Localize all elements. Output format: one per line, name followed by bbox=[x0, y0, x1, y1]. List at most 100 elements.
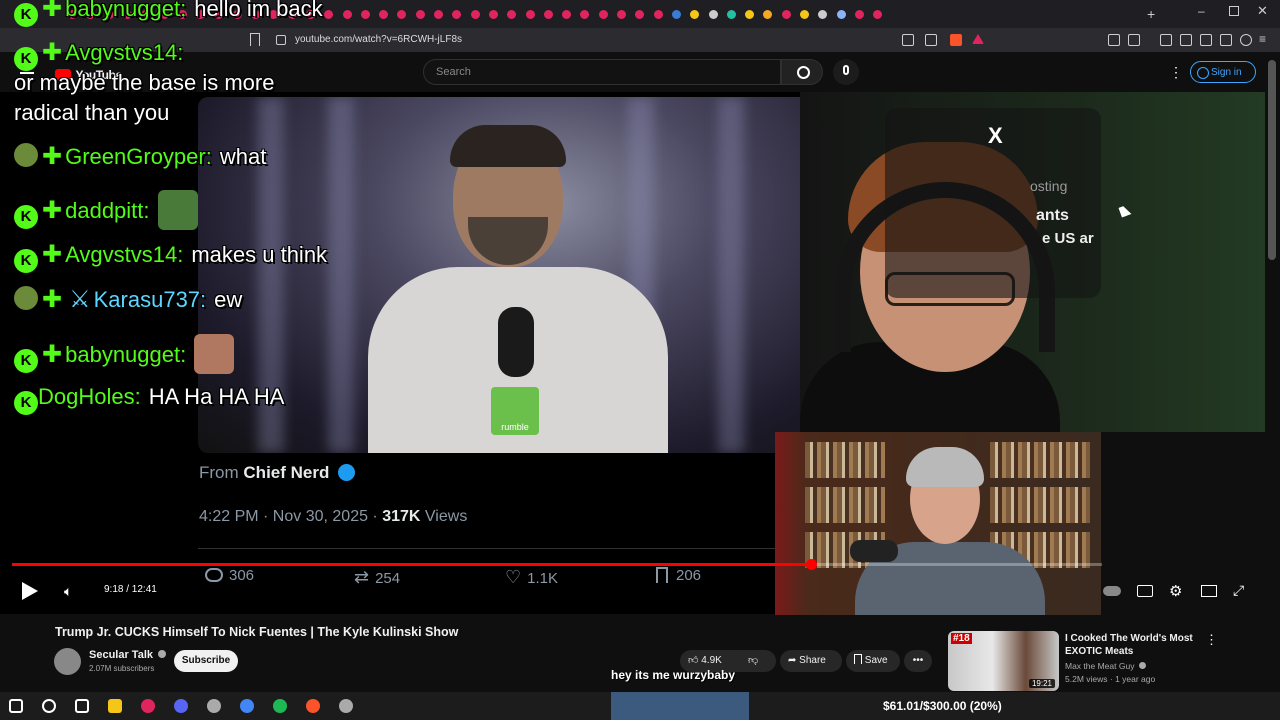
recommended-title[interactable]: I Cooked The World's Most EXOTIC Meats bbox=[1065, 632, 1205, 658]
browser-tab[interactable] bbox=[671, 10, 681, 19]
save-label: Save bbox=[864, 655, 888, 666]
user-avatar bbox=[14, 143, 38, 167]
volume-icon[interactable]: 🔈︎ bbox=[64, 583, 72, 600]
voice-search-button[interactable] bbox=[833, 59, 859, 85]
browser-tab[interactable] bbox=[708, 10, 718, 19]
spotify-icon[interactable] bbox=[273, 699, 287, 713]
channel-name[interactable]: Secular Talk bbox=[89, 649, 167, 661]
chat-username: babynugget: bbox=[65, 342, 187, 367]
app-icon[interactable] bbox=[141, 699, 155, 713]
progress-bar-fill bbox=[12, 563, 811, 566]
file-explorer-icon[interactable] bbox=[108, 699, 122, 713]
account-icon bbox=[1197, 67, 1209, 79]
cast-icon[interactable] bbox=[902, 34, 914, 46]
chat-message: ✚ GreenGroyper: what bbox=[14, 142, 266, 171]
background-light bbox=[718, 97, 744, 453]
browser-tab[interactable] bbox=[781, 10, 791, 19]
browser-tab[interactable] bbox=[854, 10, 864, 19]
search-icon[interactable] bbox=[42, 699, 56, 713]
browser-tab[interactable] bbox=[836, 10, 846, 19]
brave-icon[interactable] bbox=[306, 699, 320, 713]
url-field[interactable]: youtube.com/watch?v=6RCWH-jLF8s bbox=[295, 32, 895, 48]
browser-tab[interactable] bbox=[470, 10, 480, 19]
browser-tab[interactable] bbox=[360, 10, 370, 19]
chat-message: K ✚ Avgvstvs14: makes u think bbox=[14, 240, 327, 273]
leo-icon[interactable] bbox=[1220, 34, 1232, 46]
tweet-timestamp: 4:22 PM · Nov 30, 2025 · 317K Views bbox=[199, 508, 467, 526]
browser-tab[interactable] bbox=[342, 10, 352, 19]
maximize-button[interactable] bbox=[1229, 6, 1239, 16]
fullscreen-icon[interactable]: ⤢ bbox=[1233, 582, 1249, 598]
tweet-retweets: ⇄ 254 bbox=[354, 567, 400, 588]
browser-tab[interactable] bbox=[617, 10, 626, 19]
recommended-more-icon[interactable]: ⋮ bbox=[1205, 632, 1218, 648]
x-post-line: ants bbox=[1036, 207, 1069, 224]
taskbar-active-window[interactable] bbox=[611, 692, 749, 720]
browser-tab[interactable] bbox=[653, 10, 663, 19]
extension-icon[interactable] bbox=[1108, 34, 1120, 46]
address-bar-row: youtube.com/watch?v=6RCWH-jLF8s ≡ bbox=[0, 28, 1280, 52]
chat-username: Avgvstvs14: bbox=[65, 40, 184, 65]
extension-icon[interactable] bbox=[1128, 34, 1140, 46]
settings-gear-icon[interactable]: ⚙ bbox=[1169, 582, 1185, 600]
share-button[interactable]: ➦ Share bbox=[780, 650, 842, 672]
app-icon[interactable] bbox=[339, 699, 353, 713]
recommended-meta: 5.2M views · 1 year ago bbox=[1065, 674, 1156, 684]
sign-in-button[interactable]: Sign in bbox=[1190, 61, 1256, 83]
discord-icon[interactable] bbox=[174, 699, 188, 713]
search-button[interactable] bbox=[781, 59, 823, 85]
tweet-bookmarks: 206 bbox=[656, 567, 701, 584]
tweet-replies-count: 306 bbox=[229, 567, 255, 584]
search-input[interactable]: Search bbox=[423, 59, 781, 85]
play-button[interactable] bbox=[22, 582, 38, 600]
dislike-button[interactable]: 👎︎ bbox=[748, 650, 758, 672]
save-button[interactable]: Save bbox=[846, 650, 900, 672]
task-view-icon[interactable] bbox=[75, 699, 89, 713]
kick-badge-icon: K bbox=[14, 47, 38, 71]
kick-badge-icon: K bbox=[14, 205, 38, 229]
chat-message: K ✚ daddpitt: bbox=[14, 190, 198, 230]
sidebar-icon[interactable] bbox=[1180, 34, 1192, 46]
tweet-from-label: From bbox=[199, 463, 239, 482]
app-icon[interactable] bbox=[207, 699, 221, 713]
miniplayer-icon[interactable] bbox=[1201, 585, 1217, 597]
share-icon[interactable] bbox=[925, 34, 937, 46]
browser-tab[interactable] bbox=[726, 10, 736, 19]
subscribe-button[interactable]: Subscribe bbox=[174, 650, 238, 672]
channel-avatar[interactable] bbox=[54, 648, 81, 675]
minimize-button[interactable]: – bbox=[1198, 4, 1205, 18]
browser-tab[interactable] bbox=[415, 10, 425, 19]
browser-tab[interactable] bbox=[488, 10, 498, 19]
recommended-channel[interactable]: Max the Meat Guy bbox=[1065, 661, 1146, 671]
progress-scrubber[interactable] bbox=[805, 559, 817, 570]
brave-shield-icon[interactable] bbox=[950, 34, 962, 46]
chat-message: K ✚ Avgvstvs14: bbox=[14, 38, 191, 71]
menu-icon[interactable]: ≡ bbox=[1259, 32, 1266, 46]
site-info-icon[interactable] bbox=[276, 35, 286, 45]
more-options-icon[interactable]: ⋮ bbox=[1169, 64, 1183, 81]
tweet-views-count: 317K bbox=[382, 508, 421, 525]
recommended-thumbnail[interactable]: #18 19:21 bbox=[948, 631, 1059, 691]
background-light bbox=[328, 97, 354, 453]
browser-tab[interactable] bbox=[434, 10, 443, 19]
browser-tab[interactable] bbox=[800, 10, 809, 19]
tweet-source: From Chief Nerd bbox=[199, 463, 356, 483]
autoplay-toggle[interactable] bbox=[1103, 586, 1121, 596]
chrome-icon[interactable] bbox=[240, 699, 254, 713]
wallet-icon[interactable] bbox=[1200, 34, 1212, 46]
rewards-icon[interactable] bbox=[972, 34, 984, 44]
page-scrollbar[interactable] bbox=[1268, 60, 1276, 260]
vpn-icon[interactable] bbox=[1240, 34, 1252, 46]
tweet-source-name[interactable]: Chief Nerd bbox=[243, 463, 329, 482]
subtitles-icon[interactable] bbox=[1137, 585, 1153, 597]
media-icon[interactable] bbox=[1160, 34, 1172, 46]
windows-icon[interactable] bbox=[9, 699, 23, 713]
more-actions-button[interactable]: ••• bbox=[904, 650, 932, 672]
browser-tab[interactable] bbox=[525, 10, 535, 19]
browser-tab[interactable] bbox=[598, 10, 608, 19]
save-icon bbox=[854, 654, 862, 664]
browser-tab[interactable] bbox=[543, 10, 553, 19]
bookmark-icon[interactable] bbox=[250, 33, 260, 46]
new-tab-button[interactable]: + bbox=[1147, 6, 1155, 22]
close-window-button[interactable]: ✕ bbox=[1257, 3, 1268, 19]
